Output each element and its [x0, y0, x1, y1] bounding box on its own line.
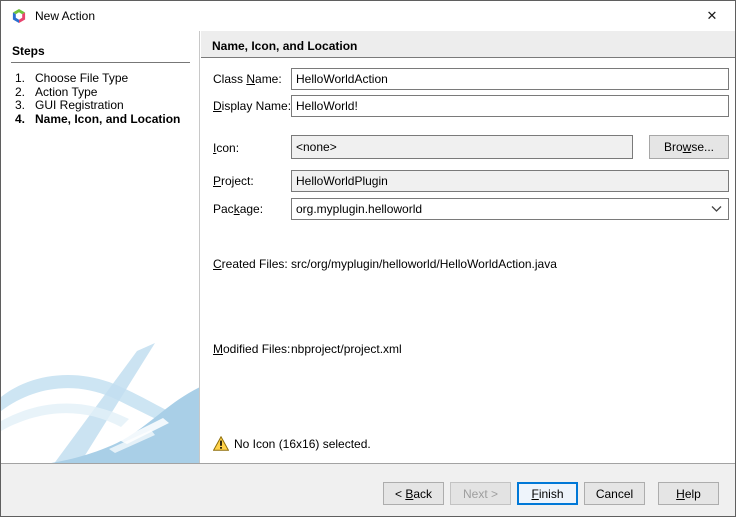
- step-item-4-current: 4.Name, Icon, and Location: [15, 112, 195, 126]
- package-label: Package:: [213, 202, 263, 216]
- class-name-input[interactable]: [291, 68, 729, 90]
- step-item-1: 1.Choose File Type: [15, 71, 195, 85]
- step-item-3: 3.GUI Registration: [15, 98, 195, 112]
- package-input[interactable]: [291, 198, 729, 220]
- icon-label: Icon:: [213, 141, 239, 155]
- panel-header: Name, Icon, and Location: [201, 31, 735, 58]
- wizard-watermark-graphic: [1, 335, 200, 465]
- step-item-2: 2.Action Type: [15, 85, 195, 99]
- created-files-value: src/org/myplugin/helloworld/HelloWorldAc…: [291, 257, 557, 271]
- form-panel: Class Name: Display Name: Icon: Browse..…: [201, 58, 735, 463]
- display-name-input[interactable]: [291, 95, 729, 117]
- created-files-label: Created Files:: [213, 257, 288, 271]
- modified-files-value: nbproject/project.xml: [291, 342, 402, 356]
- new-action-wizard-dialog: New Action ✕ Steps 1.Choose File Type 2.…: [0, 0, 736, 517]
- project-field: [291, 170, 729, 192]
- chevron-down-icon[interactable]: [711, 205, 722, 213]
- back-button[interactable]: < Back: [383, 482, 444, 505]
- close-icon: ✕: [707, 8, 718, 24]
- warning-text: No Icon (16x16) selected.: [234, 437, 371, 451]
- netbeans-logo-icon: [11, 8, 27, 24]
- icon-path-field: [291, 135, 633, 159]
- warning-icon: [213, 436, 229, 451]
- package-combobox[interactable]: [291, 198, 729, 220]
- steps-sidebar: Steps 1.Choose File Type 2.Action Type 3…: [1, 31, 200, 465]
- class-name-label: Class Name:: [213, 72, 282, 86]
- button-bar: < Back Next > Finish Cancel Help: [1, 463, 735, 516]
- panel-title: Name, Icon, and Location: [212, 39, 357, 53]
- steps-divider: [11, 62, 190, 63]
- help-button[interactable]: Help: [658, 482, 719, 505]
- title-bar: New Action ✕: [1, 1, 735, 31]
- display-name-label: Display Name:: [213, 99, 291, 113]
- modified-files-label: Modified Files:: [213, 342, 290, 356]
- browse-button[interactable]: Browse...: [649, 135, 729, 159]
- window-title: New Action: [35, 9, 95, 23]
- cancel-button[interactable]: Cancel: [584, 482, 645, 505]
- steps-heading: Steps: [12, 44, 45, 58]
- next-button: Next >: [450, 482, 511, 505]
- close-button[interactable]: ✕: [689, 1, 735, 31]
- finish-button[interactable]: Finish: [517, 482, 578, 505]
- project-label: Project:: [213, 174, 254, 188]
